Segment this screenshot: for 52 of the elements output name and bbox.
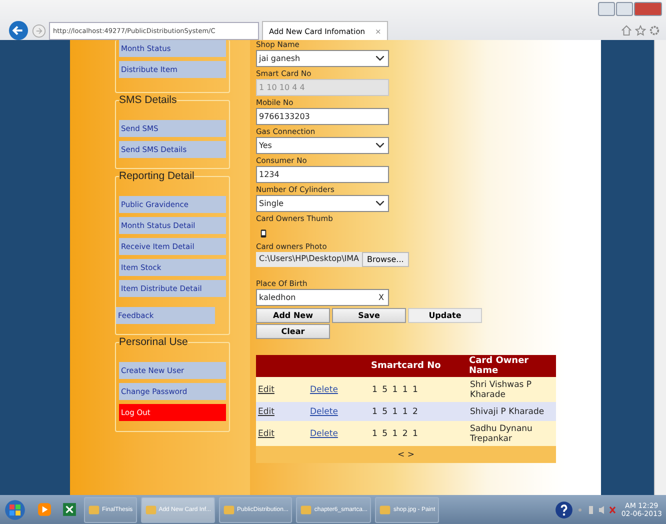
chevron-icon [376, 201, 384, 206]
group-title: Persorinal Use [119, 336, 188, 348]
forward-icon[interactable] [32, 24, 46, 38]
home-icon[interactable] [621, 25, 632, 36]
delete-link[interactable]: Delete [310, 428, 338, 438]
column-header: Card Owner Name [469, 356, 529, 376]
browse-button[interactable]: Browse... [362, 252, 409, 267]
app-icon [379, 504, 392, 516]
form-button[interactable]: Clear [256, 324, 330, 339]
column-header: Smartcard No [371, 361, 441, 371]
pager-links[interactable]: < > [398, 450, 414, 460]
form-button[interactable]: Update [408, 308, 482, 323]
input-field[interactable]: kaledhon X [256, 289, 389, 306]
group-title: SMS Details [119, 94, 177, 106]
start-button[interactable] [4, 498, 26, 520]
input-field[interactable]: 1234 [256, 166, 389, 183]
erase-text-button[interactable]: X [378, 293, 384, 302]
edit-link[interactable]: Edit [258, 428, 274, 438]
table-cell: 1 5 1 1 1 [372, 384, 419, 394]
form-button[interactable]: Add New [256, 308, 330, 323]
delete-link[interactable]: Delete [310, 384, 338, 394]
table-cell: Shri Vishwas P Kharade [470, 380, 532, 400]
table-cell: 1 5 1 2 1 [372, 428, 419, 438]
chevron-icon [376, 143, 384, 148]
dropdown[interactable]: jai ganesh [256, 50, 389, 67]
dropdown[interactable]: Yes [256, 137, 389, 154]
group-title: Reporting Detail [119, 170, 194, 182]
table-cell: Shivaji P Kharade [470, 406, 544, 416]
app-icon [88, 504, 100, 516]
input-field[interactable]: 9766133203 [256, 108, 389, 125]
table-cell: 1 5 1 1 2 [372, 406, 419, 416]
settings-icon[interactable] [649, 25, 660, 36]
chevron-icon [376, 56, 384, 61]
help-icon[interactable] [555, 500, 574, 518]
back-icon[interactable] [8, 20, 29, 41]
app-icon [300, 504, 312, 516]
dropdown[interactable]: Single [256, 195, 389, 212]
form-button[interactable]: Save [332, 308, 406, 323]
spreadsheet-icon[interactable] [62, 502, 77, 517]
table-cell: Sadhu Dynanu Trepankar [470, 424, 532, 444]
edit-link[interactable]: Edit [258, 406, 274, 416]
close-button[interactable] [634, 2, 662, 16]
app-icon [144, 504, 157, 516]
maximize-button[interactable] [616, 2, 633, 16]
scrollbar[interactable] [654, 40, 666, 495]
app-icon [223, 504, 236, 516]
media-player-icon[interactable] [37, 502, 52, 517]
star-icon[interactable] [635, 25, 646, 36]
minimize-button[interactable] [598, 2, 615, 16]
phone-icon [260, 228, 266, 238]
edit-link[interactable]: Edit [258, 384, 274, 394]
file-path-field[interactable]: C:\Users\HP\Desktop\IMA [256, 252, 362, 267]
